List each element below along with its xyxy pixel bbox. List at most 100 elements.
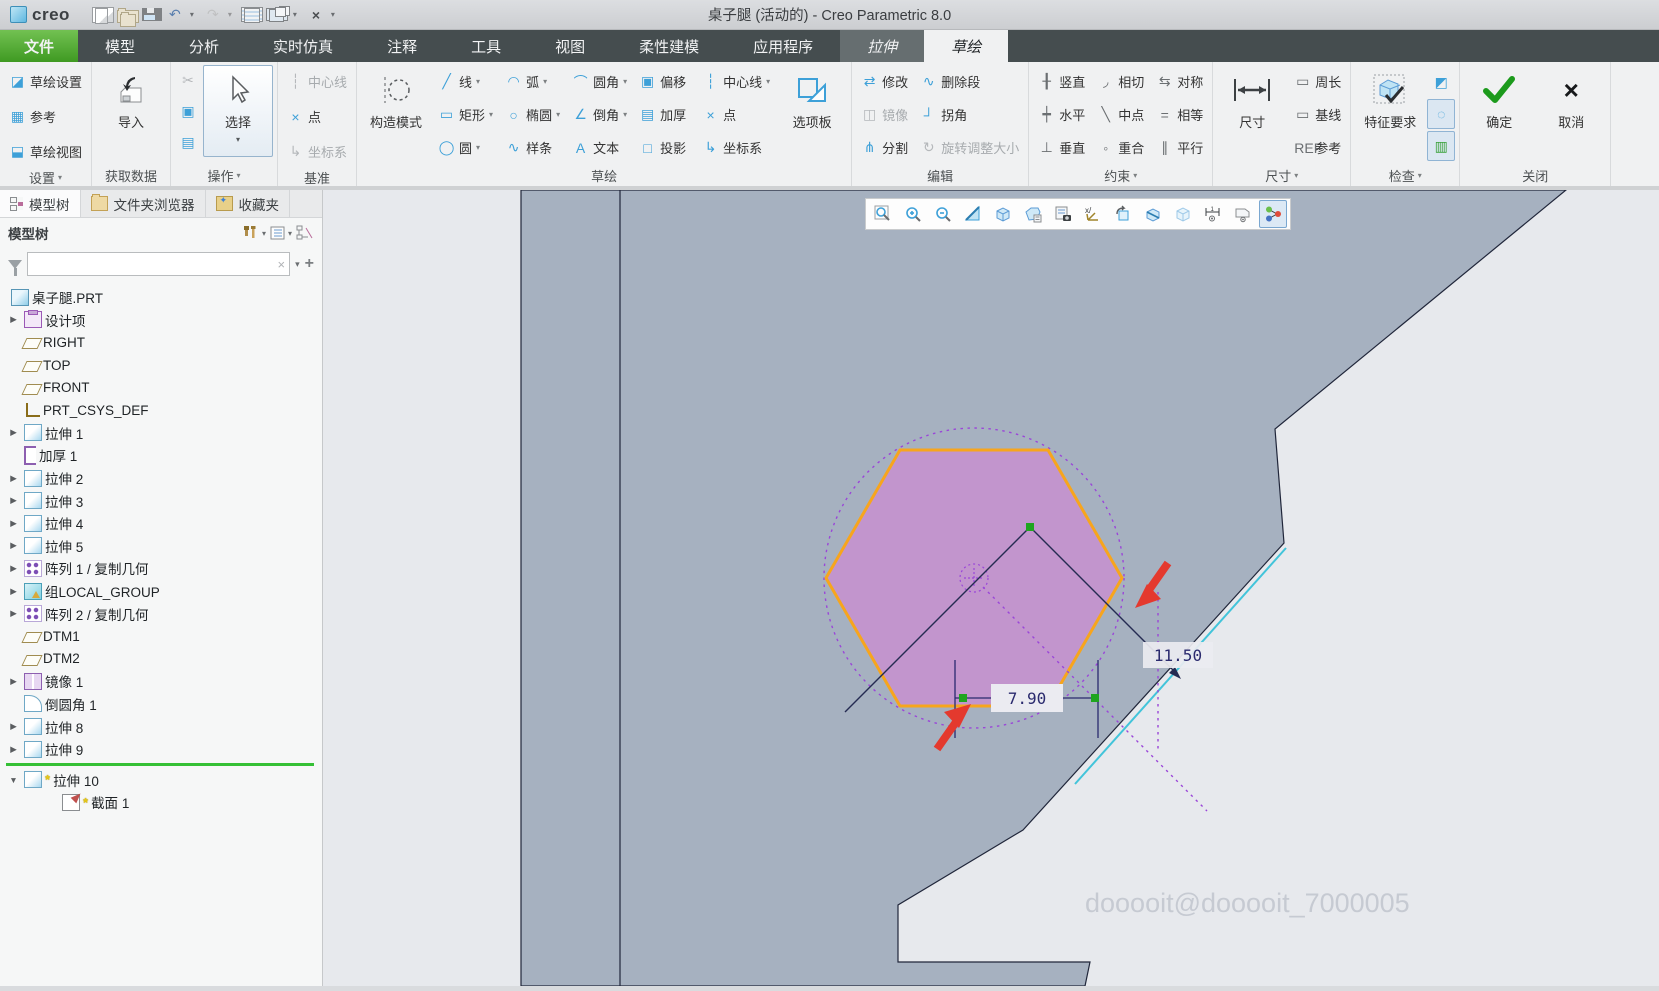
constraint-button[interactable]: ◞ 相切 xyxy=(1092,65,1149,98)
ribbon-button[interactable]: ↳ 坐标系 xyxy=(697,131,775,164)
expand-arrow-icon[interactable]: ▼ xyxy=(6,775,21,785)
dimension-handle[interactable] xyxy=(1091,694,1099,702)
ribbon-button[interactable]: ┆ 中心线 ▾ xyxy=(697,65,775,98)
group-label-operations[interactable]: 操作 ▾ xyxy=(175,164,273,186)
tree-item[interactable]: 桌子腿.PRT xyxy=(6,286,322,309)
ribbon-button[interactable]: ▣ 偏移 xyxy=(634,65,695,98)
constraint-button[interactable]: ◦ 重合 xyxy=(1092,131,1149,164)
tree-item[interactable]: ▶ 拉伸 8 xyxy=(6,715,322,738)
tree-item[interactable]: ▶ 设计项 xyxy=(6,309,322,332)
datum-display-filters-icon[interactable]: x/ xyxy=(1079,200,1107,228)
qat-button[interactable]: ▾ xyxy=(226,5,238,25)
ribbon-button[interactable]: ┘ 拐角 xyxy=(915,98,1024,131)
group-label-dimension[interactable]: 尺寸 ▾ xyxy=(1217,164,1346,186)
tree-item[interactable]: ▶ 拉伸 3 xyxy=(6,489,322,512)
expand-arrow-icon[interactable]: ▶ xyxy=(6,563,21,574)
construction-mode-button[interactable]: 构造模式 xyxy=(361,65,431,157)
ribbon-button[interactable]: □ 投影 xyxy=(634,131,695,164)
tree-item[interactable]: 倒圆角 1 xyxy=(6,693,322,716)
tree-item[interactable]: ▶ 阵列 2 / 复制几何 xyxy=(6,602,322,625)
tree-item[interactable]: ▶ 阵列 1 / 复制几何 xyxy=(6,557,322,580)
qat-button[interactable] xyxy=(91,6,114,24)
saved-orientations-icon[interactable] xyxy=(1019,200,1047,228)
constraint-button[interactable]: ∥ 平行 xyxy=(1151,131,1208,164)
group-label-inspect[interactable]: 检查 ▾ xyxy=(1355,164,1455,186)
ribbon-button[interactable]: ⋔ 分割 xyxy=(856,131,913,164)
zoom-out-icon[interactable] xyxy=(929,200,957,228)
clipboard-button[interactable]: ▤ xyxy=(175,127,201,158)
ribbon-button[interactable]: ⌒ 圆角 ▾ xyxy=(567,65,632,98)
dimension-value-diagonal[interactable]: 11.50 xyxy=(1154,646,1202,665)
expand-arrow-icon[interactable]: ▶ xyxy=(6,427,21,438)
ribbon-button[interactable]: ↳ 坐标系 xyxy=(282,135,352,168)
tree-item[interactable]: ▶ 拉伸 5 xyxy=(6,535,322,558)
qat-button[interactable] xyxy=(240,7,263,23)
ribbon-tab[interactable]: 视图 xyxy=(528,30,612,62)
expand-arrow-icon[interactable]: ▶ xyxy=(6,473,21,484)
ribbon-tab[interactable]: 文件 xyxy=(0,30,79,62)
ribbon-tab[interactable]: 注释 xyxy=(360,30,444,62)
tree-item[interactable]: DTM1 xyxy=(6,625,322,648)
navigator-tab[interactable]: 文件夹浏览器 xyxy=(81,190,206,217)
vertex-handle[interactable] xyxy=(1026,523,1034,531)
graphics-area[interactable]: x/ 1 7.90 11.50 dooooit@dooooit_7000005 xyxy=(323,189,1659,987)
qat-button[interactable] xyxy=(265,6,290,22)
ribbon-button[interactable]: ◠ 弧 ▾ xyxy=(500,65,565,98)
constraint-button[interactable]: = 相等 xyxy=(1151,98,1208,131)
tree-item[interactable]: ▶ 镜像 1 xyxy=(6,670,322,693)
import-button[interactable]: 导入 xyxy=(96,65,166,157)
ribbon-button[interactable]: ∿ 样条 xyxy=(500,131,565,164)
qat-button[interactable]: ▾ xyxy=(329,5,341,25)
qat-button[interactable] xyxy=(116,7,139,27)
select-button[interactable]: 选择 ▾ xyxy=(203,65,274,157)
group-label-getdata[interactable]: 获取数据 xyxy=(96,164,166,186)
ribbon-tab[interactable]: 模型 xyxy=(78,30,162,62)
group-label-close[interactable]: 关闭 xyxy=(1464,164,1606,186)
tree-item[interactable]: RIGHT xyxy=(6,331,322,354)
navigator-tab[interactable]: 模型树 xyxy=(0,190,81,217)
expand-arrow-icon[interactable]: ▶ xyxy=(6,744,21,755)
ribbon-button[interactable]: ▭ 矩形 ▾ xyxy=(433,98,498,131)
ribbon-button[interactable]: ┆ 中心线 xyxy=(282,65,352,98)
ribbon-button[interactable]: ▤ 加厚 xyxy=(634,98,695,131)
expand-arrow-icon[interactable]: ▶ xyxy=(6,540,21,551)
annotation-display-icon[interactable] xyxy=(1229,200,1257,228)
expand-arrow-icon[interactable]: ▶ xyxy=(6,518,21,529)
navigator-tab[interactable]: 收藏夹 xyxy=(206,190,290,217)
expand-arrow-icon[interactable]: ▶ xyxy=(6,608,21,619)
dimension-value-width[interactable]: 7.90 xyxy=(1008,689,1047,708)
dimension-display-icon[interactable]: 1 xyxy=(1199,200,1227,228)
expand-arrow-icon[interactable]: ▶ xyxy=(6,676,21,687)
palette-button[interactable]: 选项板 xyxy=(777,65,847,157)
ribbon-button[interactable]: ◫ 镜像 xyxy=(856,98,913,131)
shade-view-icon[interactable] xyxy=(1169,200,1197,228)
constraint-button[interactable]: ⇆ 对称 xyxy=(1151,65,1208,98)
tree-filter-box[interactable]: × xyxy=(27,252,291,276)
expand-arrow-icon[interactable]: ▶ xyxy=(6,314,21,325)
view-manager-icon[interactable] xyxy=(1049,200,1077,228)
inspect-toggle[interactable]: ▥ xyxy=(1427,131,1456,161)
ribbon-button[interactable]: ▭ 周长 xyxy=(1289,65,1346,98)
ok-button[interactable]: 确定 xyxy=(1464,65,1534,157)
ribbon-tab[interactable]: 实时仿真 xyxy=(246,30,360,62)
tree-item[interactable]: DTM2 xyxy=(6,648,322,671)
group-label-settings[interactable]: 设置 ▾ xyxy=(4,168,87,187)
add-filter-icon[interactable]: + xyxy=(305,255,314,273)
ribbon-button[interactable]: ╱ 线 ▾ xyxy=(433,65,498,98)
group-label-constraints[interactable]: 约束 ▾ xyxy=(1033,164,1208,186)
ribbon-tab[interactable]: 拉伸 xyxy=(840,30,925,62)
qat-button[interactable]: ▾ xyxy=(291,5,303,25)
clipboard-button[interactable]: ✂ xyxy=(175,65,201,96)
tree-item[interactable]: ▶ 组LOCAL_GROUP xyxy=(6,580,322,603)
feature-requirements-button[interactable]: 特征要求 xyxy=(1355,65,1425,157)
ribbon-tab[interactable]: 分析 xyxy=(162,30,246,62)
dimension-handle[interactable] xyxy=(959,694,967,702)
clipboard-button[interactable]: ▣ xyxy=(175,96,201,127)
chevron-down-icon[interactable]: ▾ xyxy=(295,259,300,270)
constraint-button[interactable]: ╲ 中点 xyxy=(1092,98,1149,131)
tree-item[interactable]: ▶ 拉伸 2 xyxy=(6,467,322,490)
tree-item[interactable]: ▶ 拉伸 1 xyxy=(6,422,322,445)
constraint-button[interactable]: ┿ 水平 xyxy=(1033,98,1090,131)
constraint-button[interactable]: ⊥ 垂直 xyxy=(1033,131,1090,164)
group-label-edit[interactable]: 编辑 xyxy=(856,164,1024,186)
